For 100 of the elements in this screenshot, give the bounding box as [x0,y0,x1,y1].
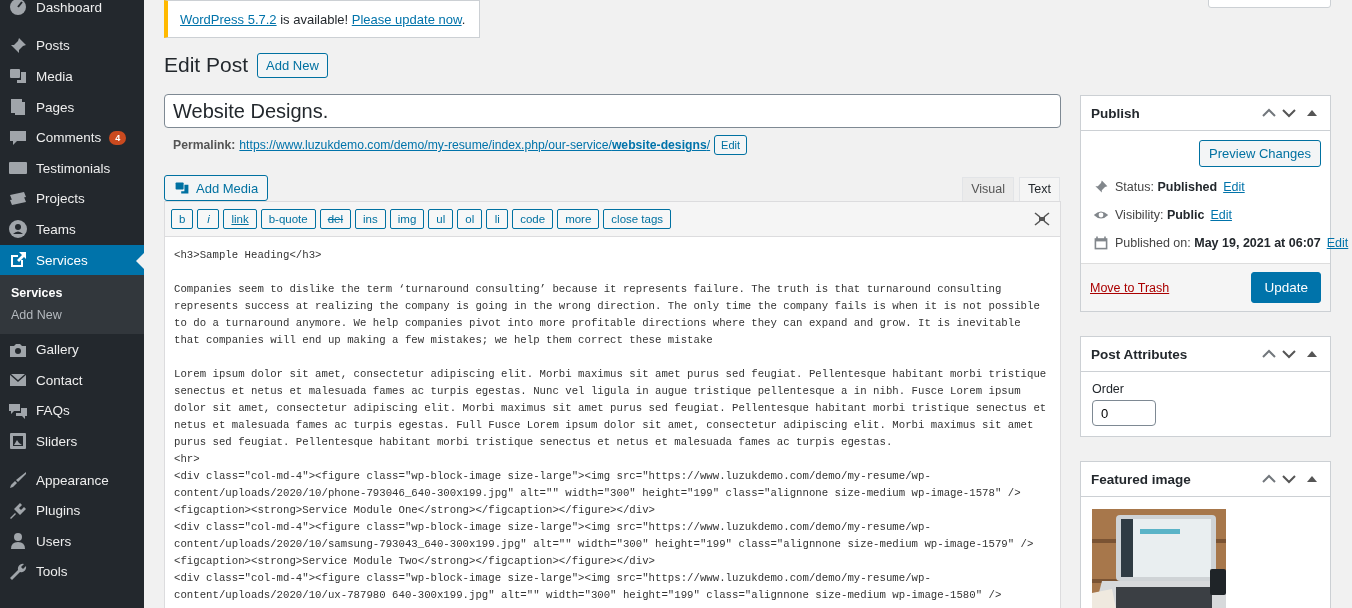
edit-permalink-button[interactable]: Edit [714,135,748,155]
page-title: Edit Post [164,53,249,77]
title-field[interactable]: Website Designs. [164,94,1061,128]
menu-label: Appearance [36,472,109,488]
format-button[interactable]: ul [428,209,454,229]
menu-item[interactable]: Teams [0,214,144,245]
menu-label: Testimonials [36,160,111,176]
code-line: <hr> [174,452,201,467]
pages-icon [8,97,28,118]
code-editor[interactable] [164,237,1061,608]
menu-item[interactable]: Contact [0,364,144,396]
code-line: <div class="col-md-4"><figure class="wp-block-image size-large"><img src="https://www.luzukdemo.com/demo/my-resume/wp- [174,520,932,535]
move-up-icon[interactable] [1262,474,1276,484]
move-down-icon[interactable] [1282,474,1296,484]
menu-item[interactable]: Posts [0,30,144,62]
code-line: represents success at realizing the company is going in the wrong direction. The only time the company fails is when it is not possible [174,299,1041,314]
menu-item[interactable]: Tools [0,556,144,588]
format-button[interactable]: link [223,209,257,229]
menu-item[interactable]: Testimonials [0,152,144,184]
menu-item[interactable]: Gallery [0,334,144,365]
panel-title: Publish [1091,105,1141,121]
move-down-icon[interactable] [1282,349,1296,359]
submenu-item[interactable]: Add New [0,304,144,327]
calendar-icon [1093,235,1109,251]
wrench-icon [8,561,28,582]
version-link[interactable]: WordPress 5.7.2 [180,12,277,27]
menu-item[interactable]: Sliders [0,426,144,457]
code-line: <h3>Sample Heading</h3> [174,248,323,263]
order-field[interactable]: 0 [1092,400,1156,426]
panel-title: Featured image [1091,471,1192,487]
format-button[interactable]: ol [457,209,483,229]
menu-item[interactable]: Services [0,244,144,276]
permalink-label: Permalink: [173,138,236,152]
menu-item[interactable]: Media [0,61,144,92]
format-button[interactable]: b [171,209,194,229]
code-line: that companies will end up making a few mistakes; we help them correct these mistake [174,333,714,348]
menu-item[interactable]: Appearance [0,464,144,496]
edit-link[interactable]: Edit [1326,236,1349,250]
format-button[interactable]: code [512,209,554,229]
menu-item[interactable]: Plugins [0,495,144,526]
menu-item[interactable]: FAQs [0,395,144,427]
code-line: Lorem ipsum dolor sit amet, consectetur adipiscing elit. Morbi maximus sit amet purus sed feugiat. Pellentesque habitant morbi tristique [174,367,1048,382]
format-button[interactable]: close tags [603,209,672,229]
menu-label: Pages [36,99,75,115]
order-label: Order [1092,382,1125,396]
format-button[interactable]: li [486,209,509,229]
code-line: purus sed feugiat. Pellentesque habitant morbi tristique senectus et netus et malesuada fames ac turpis egestas. [174,435,894,450]
fullscreen-icon[interactable] [1034,212,1050,226]
menu-label: Comments [36,130,102,146]
add-media-button[interactable]: Add Media [164,175,269,201]
code-line: <div class="col-md-4"><figure class="wp-block-image size-large"><img src="https://www.luzukdemo.com/demo/my-resume/wp- [174,571,932,586]
menu-item[interactable]: Projects [0,183,144,215]
menu-label: Users [36,533,72,549]
code-line: to do a turnaround anymore. We help companies pivot into more profitable directions where they can expand and grow. It is inevitable [174,316,1022,331]
permalink-link[interactable]: https://www.luzukdemo.com/demo/my-resume/index.php/our-service/website-designs/ [239,138,711,152]
publish-info: Visibility: Public [1115,208,1205,222]
pushpin-icon [1093,179,1109,195]
publish-info: Published on: May 19, 2021 at 06:07 [1115,236,1321,250]
count-badge: 4 [109,130,127,145]
menu-item[interactable]: Dashboard [0,0,144,23]
update-button[interactable]: Update [1251,272,1321,303]
menu-item[interactable]: Comments 4 [0,122,144,153]
move-down-icon[interactable] [1282,108,1296,118]
code-line: dolor sit amet, consectetur adipiscing elit. Morbi maximus sit amet purus sed feugiat. Pellentesque habitant morbi tristique senectus et [174,401,1048,416]
add-new-button[interactable]: Add New [257,52,328,78]
code-line: Companies seem to dislike the term ‘turnaround consulting’ because it represents failure. The truth is that turnaround consulting [174,282,1003,297]
code-line: content/uploads/2020/10/ux-787980 640-300x199.jpg" alt="" width="300" height="199" class="alignnone size-medium wp-image-1580" /> [174,588,1003,603]
panel-title: Post Attributes [1091,346,1189,362]
edit-link[interactable]: Edit [1210,208,1232,222]
menu-label: Sliders [36,433,78,449]
editor-tab[interactable]: Text [1019,177,1060,201]
code-line: content/uploads/2020/10/samsung-793043_640-300x199.jpg" alt="" width="300" height="199" class="alignnone size-medium wp-image-1579" /> [174,537,1035,552]
menu-label: Contact [36,372,83,388]
code-line: senectus et netus et malesuada fames ac turpis egestas. Nunc vel ligula in augue tristique pellentesque a in nibh. Fusce Lorem ipsum [174,384,1022,399]
code-line: content/uploads/2020/10/phone-793046_640-300x199.jpg" alt="" width="300" height="199" class="alignnone size-medium wp-image-1578" /> [174,486,1022,501]
submenu-item[interactable]: Services [0,282,144,305]
format-button[interactable]: ins [355,209,386,229]
preview-button[interactable]: Preview Changes [1199,140,1321,167]
format-button[interactable]: b-quote [260,209,316,229]
move-up-icon[interactable] [1262,108,1276,118]
format-button[interactable]: more [557,209,600,229]
image-frames-icon [8,431,28,452]
format-button[interactable]: img [389,209,425,229]
menu-label: Plugins [36,503,81,519]
move-up-icon[interactable] [1262,349,1276,359]
menu-label: Posts [36,38,70,54]
menu-label: Teams [36,221,76,237]
editor-tab[interactable]: Visual [962,177,1015,201]
update-link[interactable]: Please update now [351,12,462,27]
menu-label: FAQs [36,403,70,419]
format-button[interactable]: del [319,209,352,229]
format-button[interactable]: i [197,209,220,229]
edit-link[interactable]: Edit [1223,180,1245,194]
media-icon [174,180,190,196]
notice-text: WordPress 5.7.2 is available! Please update now. [180,12,466,27]
trash-link[interactable]: Move to Trash [1090,280,1170,295]
menu-label: Gallery [36,342,79,358]
menu-item[interactable]: Pages [0,91,144,123]
menu-label: Services [36,252,88,268]
menu-item[interactable]: Users [0,525,144,557]
